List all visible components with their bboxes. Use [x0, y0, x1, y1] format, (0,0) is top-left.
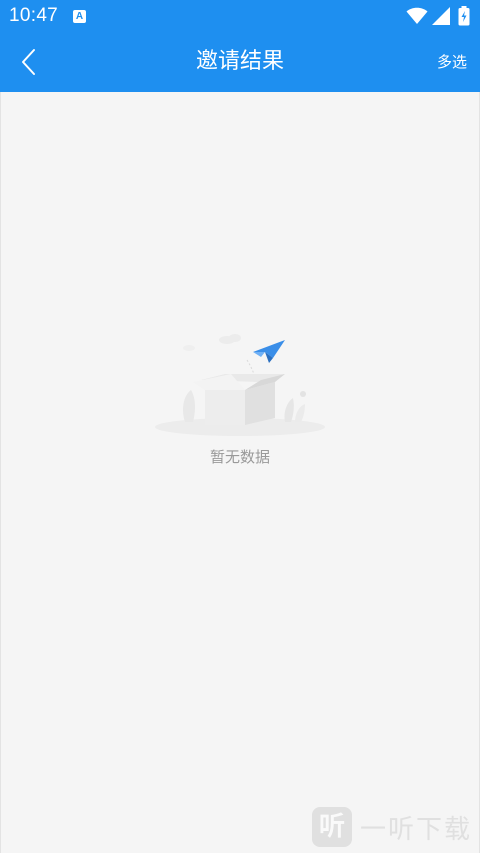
empty-box-icon — [155, 334, 325, 436]
notification-a-icon: A — [73, 10, 86, 23]
page-title: 邀请结果 — [195, 49, 284, 74]
watermark: 听 一听下载 — [311, 807, 472, 847]
screen: 10:47 A 邀请结果 多选 暂无数据 听 一听下载 — [0, 0, 480, 853]
status-time: 10:47 — [9, 5, 59, 26]
empty-message: 暂无数据 — [209, 448, 270, 466]
signal-icon — [432, 7, 450, 25]
status-bar: 10:47 A — [0, 0, 480, 32]
watermark-text: 一听下载 — [359, 814, 472, 845]
left-edge-line — [0, 92, 1, 853]
status-icons — [406, 6, 472, 26]
battery-icon — [458, 6, 470, 26]
app-bar: 10:47 A 邀请结果 多选 — [0, 0, 480, 92]
watermark-logo: 听 — [311, 807, 352, 847]
wifi-icon — [406, 7, 428, 24]
multi-select-button[interactable]: 多选 — [437, 50, 467, 74]
title-bar: 邀请结果 多选 — [0, 32, 480, 92]
empty-state: 暂无数据 — [0, 330, 480, 467]
